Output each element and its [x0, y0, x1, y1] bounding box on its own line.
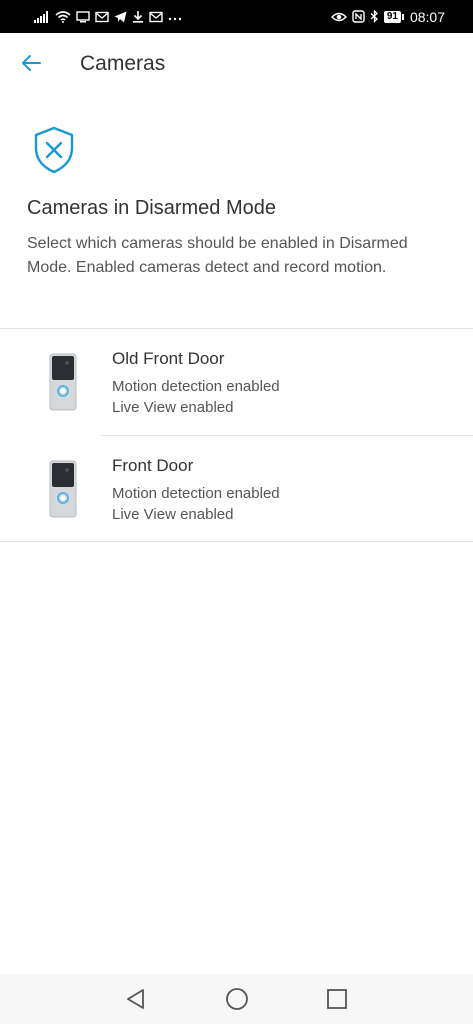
- eye-icon: [330, 11, 347, 23]
- camera-motion-status: Motion detection enabled: [112, 485, 280, 502]
- nfc-icon: [352, 10, 365, 23]
- system-nav-bar: [0, 974, 473, 1024]
- camera-live-view-status: Live View enabled: [112, 399, 234, 416]
- signal-icon: [34, 10, 50, 23]
- camera-live-view-status: Live View enabled: [112, 506, 234, 523]
- arrow-left-icon: [21, 54, 41, 77]
- wifi-icon: [55, 10, 71, 23]
- section-description: Select which cameras should be enabled i…: [27, 235, 408, 276]
- nav-recents-icon[interactable]: [325, 987, 349, 1011]
- camera-motion-status: Motion detection enabled: [112, 378, 280, 395]
- download-icon: [132, 10, 144, 23]
- mail-icon: [149, 11, 163, 23]
- more-icon: [168, 11, 182, 23]
- page-title: Cameras: [80, 52, 166, 75]
- camera-row-old-front-door[interactable]: Old Front Door Motion detection enabled …: [0, 329, 473, 435]
- nav-home-icon[interactable]: [225, 987, 249, 1011]
- divider: [0, 541, 473, 542]
- bluetooth-icon: [370, 10, 379, 23]
- section-heading: Cameras in Disarmed Mode: [27, 197, 276, 219]
- screen-icon: [76, 10, 90, 23]
- status-bar-right: 91 08:07: [330, 8, 445, 25]
- doorbell-icon: [48, 353, 78, 411]
- status-bar: 91 08:07: [0, 0, 473, 33]
- doorbell-icon: [48, 460, 78, 518]
- camera-row-front-door[interactable]: Front Door Motion detection enabled Live…: [0, 436, 473, 542]
- app-bar: Cameras: [0, 33, 473, 97]
- telegram-icon: [114, 11, 127, 23]
- shield-x-icon: [33, 126, 75, 174]
- nav-back-icon[interactable]: [124, 987, 148, 1011]
- status-time: 08:07: [409, 8, 445, 25]
- battery-indicator: 91: [383, 10, 405, 23]
- back-button[interactable]: [18, 53, 44, 77]
- camera-name: Old Front Door: [112, 349, 225, 368]
- mail-icon: [95, 11, 109, 23]
- camera-name: Front Door: [112, 456, 194, 475]
- status-bar-left: [34, 10, 182, 23]
